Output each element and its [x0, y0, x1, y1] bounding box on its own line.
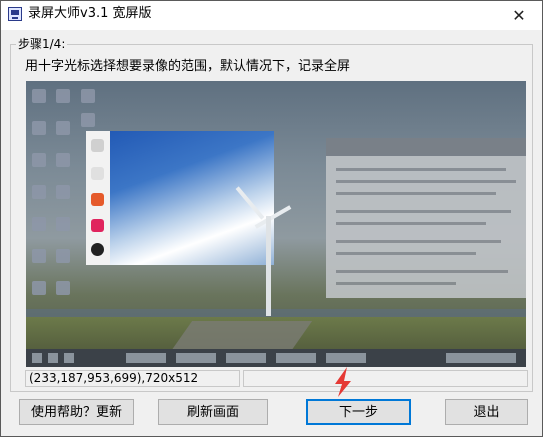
document-line: [336, 210, 511, 213]
app-icon-pink: [91, 219, 104, 232]
status-region-field: (233,187,953,699),720x512: [25, 370, 240, 387]
taskbar-item: [226, 353, 266, 363]
taskbar-icon: [64, 353, 74, 363]
document-window: [326, 138, 526, 298]
taskbar-icon: [48, 353, 58, 363]
status-extra-field: [243, 370, 528, 387]
desktop-icon: [81, 113, 95, 127]
desktop-icon: [32, 281, 46, 295]
desktop-icon: [56, 185, 70, 199]
taskbar-item: [276, 353, 316, 363]
wind-turbine: [266, 216, 271, 316]
document-line: [336, 168, 506, 171]
desktop-icon: [32, 89, 46, 103]
exit-button[interactable]: 退出: [445, 399, 528, 425]
document-toolbar: [326, 138, 526, 156]
start-icon: [32, 353, 42, 363]
app-icon: [8, 7, 22, 21]
desktop-icon: [56, 249, 70, 263]
file-icon: [91, 167, 104, 180]
mouse-pointer-icon: [335, 367, 351, 397]
help-update-button[interactable]: 使用帮助？更新: [19, 399, 134, 425]
desktop-icon: [32, 121, 46, 135]
taskbar-item: [176, 353, 216, 363]
desktop-icon: [32, 217, 46, 231]
desktop-icon: [56, 89, 70, 103]
app-window: 录屏大师v3.1 宽屏版 ✕ 步骤1/4: 用十字光标选择想要录像的范围，默认情…: [0, 0, 543, 437]
taskbar-item: [126, 353, 166, 363]
document-line: [336, 180, 516, 183]
browser-icon: [91, 193, 104, 206]
desktop-icon: [56, 121, 70, 135]
desktop-icon: [56, 153, 70, 167]
desktop-icon: [56, 217, 70, 231]
document-line: [336, 282, 456, 285]
document-line: [336, 240, 501, 243]
close-button[interactable]: ✕: [496, 1, 542, 30]
taskbar-item: [326, 353, 366, 363]
region-readout: (233,187,953,699),720x512: [29, 371, 199, 385]
file-icon: [91, 139, 104, 152]
refresh-button[interactable]: 刷新画面: [158, 399, 268, 425]
desktop-icon: [32, 185, 46, 199]
step-legend: 步骤1/4:: [16, 37, 68, 51]
desktop-icon: [32, 249, 46, 263]
document-line: [336, 222, 486, 225]
window-title: 录屏大师v3.1 宽屏版: [28, 6, 152, 21]
screen-preview[interactable]: [26, 81, 526, 367]
document-line: [336, 252, 476, 255]
nested-icon-strip: [86, 131, 110, 265]
next-button[interactable]: 下一步: [306, 399, 411, 425]
document-line: [336, 192, 496, 195]
qq-icon: [91, 243, 104, 256]
preview-taskbar: [26, 349, 526, 367]
desktop-icon: [56, 281, 70, 295]
instruction-text: 用十字光标选择想要录像的范围，默认情况下，记录全屏: [25, 59, 351, 74]
system-tray: [446, 353, 516, 363]
document-line: [336, 270, 508, 273]
title-bar[interactable]: 录屏大师v3.1 宽屏版 ✕: [1, 1, 542, 30]
desktop-icon: [32, 153, 46, 167]
desktop-icon: [81, 89, 95, 103]
